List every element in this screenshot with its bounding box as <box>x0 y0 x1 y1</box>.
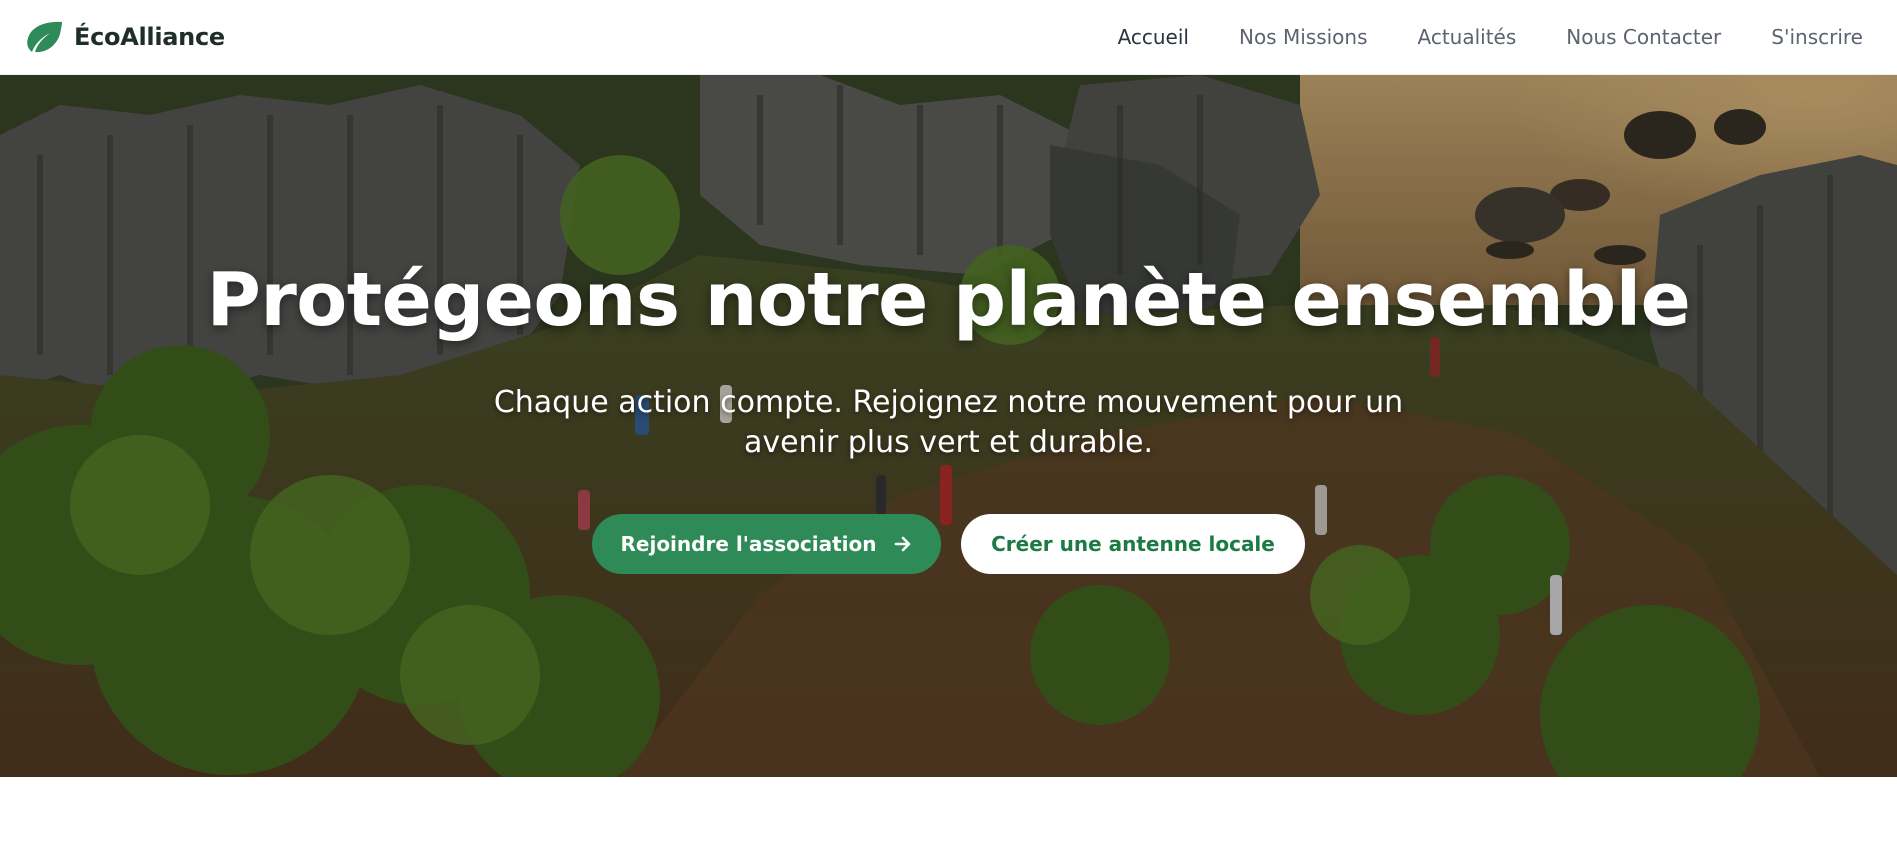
site-header: ÉcoAlliance Accueil Nos Missions Actuali… <box>0 0 1897 75</box>
hero-actions: Rejoindre l'association Créer une antenn… <box>0 514 1897 574</box>
brand-name: ÉcoAlliance <box>74 23 225 51</box>
nav-item-accueil[interactable]: Accueil <box>1118 25 1189 49</box>
create-local-branch-button[interactable]: Créer une antenne locale <box>961 514 1305 574</box>
brand-logo-link[interactable]: ÉcoAlliance <box>24 20 225 54</box>
hero-subtitle: Chaque action compte. Rejoignez notre mo… <box>493 385 1404 460</box>
nav-item-actualites[interactable]: Actualités <box>1418 25 1517 49</box>
page-bottom-area <box>0 777 1897 852</box>
join-association-button[interactable]: Rejoindre l'association <box>592 514 941 574</box>
main-nav: Accueil Nos Missions Actualités Nous Con… <box>1118 25 1863 49</box>
nav-item-sinscrire[interactable]: S'inscrire <box>1771 25 1863 49</box>
hero-section: Protégeons notre planète ensemble Chaque… <box>0 75 1897 777</box>
hero-title: Protégeons notre planète ensemble <box>206 257 1691 343</box>
join-association-label: Rejoindre l'association <box>620 532 877 556</box>
nav-item-nous-contacter[interactable]: Nous Contacter <box>1566 25 1721 49</box>
nav-item-nos-missions[interactable]: Nos Missions <box>1239 25 1368 49</box>
leaf-icon <box>27 21 62 53</box>
arrow-right-icon <box>894 536 910 552</box>
create-local-branch-label: Créer une antenne locale <box>991 532 1275 556</box>
